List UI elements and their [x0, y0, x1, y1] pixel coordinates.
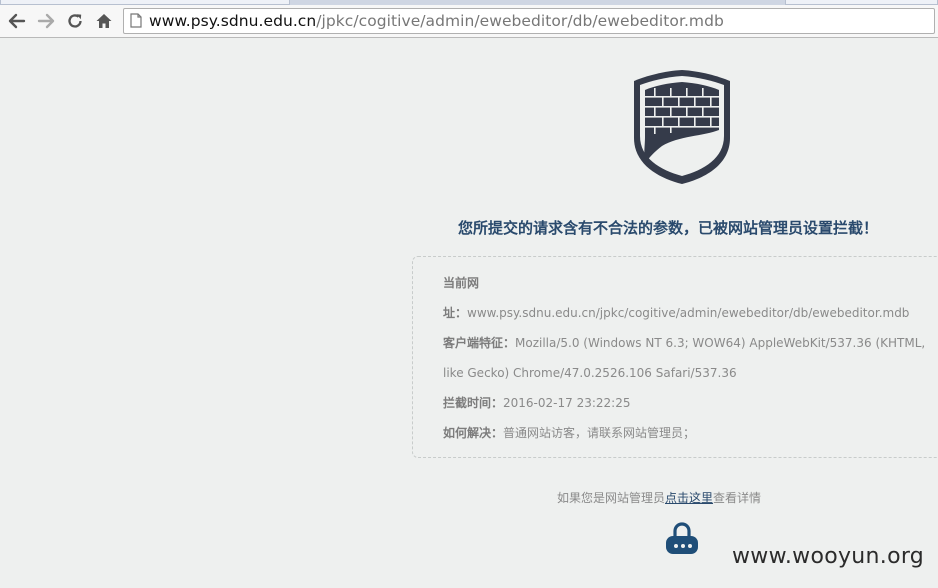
ua-value-line1: Mozilla/5.0 (Windows NT 6.3; WOW64) Appl…	[515, 336, 926, 350]
info-solution-row: 如何解决：普通网站访客，请联系网站管理员；	[443, 426, 695, 440]
page-icon	[130, 13, 142, 28]
home-icon	[96, 14, 112, 28]
info-current-label: 当前网	[443, 276, 479, 290]
info-ua-row: 客户端特征：Mozilla/5.0 (Windows NT 6.3; WOW64…	[443, 336, 925, 350]
url-host: www.psy.sdnu.edu.cn	[149, 12, 317, 30]
forward-button[interactable]	[35, 10, 57, 32]
admin-hint-prefix: 如果您是网站管理员	[557, 491, 666, 505]
watermark-text: www.wooyun.org	[732, 544, 925, 569]
home-button[interactable]	[93, 10, 115, 32]
current-label: 当前网	[443, 276, 480, 290]
browser-toolbar: www.psy.sdnu.edu.cn/jpkc/cogitive/admin/…	[0, 5, 938, 38]
back-button[interactable]	[6, 10, 28, 32]
info-ua-row-cont: like Gecko) Chrome/47.0.2526.106 Safari/…	[443, 366, 737, 380]
reload-icon	[68, 14, 82, 28]
firewall-shield-icon	[634, 70, 730, 184]
info-url-row: 址：www.psy.sdnu.edu.cn/jpkc/cogitive/admi…	[443, 306, 909, 320]
url-label: 址：	[443, 306, 468, 320]
solution-value: 普通网站访客，请联系网站管理员；	[503, 426, 696, 440]
time-label: 拦截时间：	[443, 396, 504, 410]
url-value: www.psy.sdnu.edu.cn/jpkc/cogitive/admin/…	[467, 306, 910, 320]
info-time-row: 拦截时间：2016-02-17 23:22:25	[443, 396, 630, 410]
admin-hint-suffix: 查看详情	[713, 491, 762, 505]
url-path: /jpkc/cogitive/admin/ewebeditor/db/ewebe…	[316, 12, 724, 30]
url-text[interactable]: www.psy.sdnu.edu.cn/jpkc/cogitive/admin/…	[149, 12, 724, 30]
admin-hint: 如果您是网站管理员点击这里查看详情	[557, 489, 761, 506]
address-bar[interactable]: www.psy.sdnu.edu.cn/jpkc/cogitive/admin/…	[123, 8, 935, 34]
lock-icon[interactable]	[664, 522, 702, 556]
reload-button[interactable]	[64, 10, 86, 32]
forward-arrow-icon	[37, 13, 55, 29]
back-arrow-icon	[8, 13, 26, 29]
ua-value-line2: like Gecko) Chrome/47.0.2526.106 Safari/…	[443, 366, 737, 380]
block-message-title: 您所提交的请求含有不合法的参数，已被网站管理员设置拦截！	[458, 219, 879, 237]
admin-details-link[interactable]: 点击这里	[665, 491, 713, 505]
time-value: 2016-02-17 23:22:25	[503, 396, 631, 410]
solution-label: 如何解决：	[443, 426, 504, 440]
ua-label: 客户端特征：	[443, 336, 516, 350]
